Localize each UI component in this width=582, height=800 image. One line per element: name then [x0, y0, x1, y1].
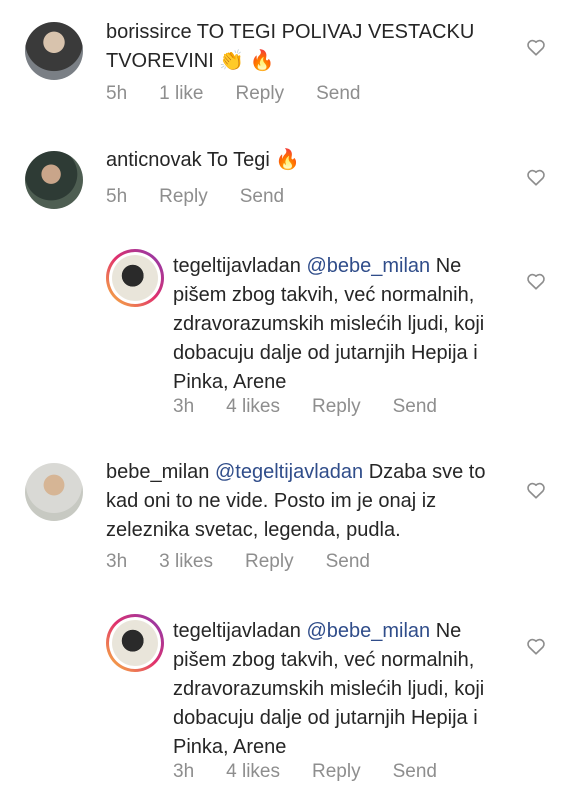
comment-meta: 5h Reply Send	[106, 186, 316, 208]
reply-button[interactable]: Reply	[159, 186, 208, 208]
send-button[interactable]: Send	[393, 761, 437, 783]
heart-outline-icon[interactable]	[526, 637, 546, 655]
reply-button[interactable]: Reply	[236, 83, 285, 105]
comment-mention[interactable]: @tegeltijavladan	[215, 461, 363, 483]
comment-username[interactable]: tegeltijavladan	[173, 620, 301, 642]
reply-comment-item: tegeltijavladan @bebe_milan Ne pišem zbo…	[0, 610, 582, 795]
comment-username[interactable]: anticnovak	[106, 149, 202, 171]
avatar-image	[112, 255, 158, 301]
avatar[interactable]	[106, 614, 164, 672]
heart-outline-icon[interactable]	[526, 272, 546, 290]
heart-outline-icon[interactable]	[526, 38, 546, 56]
avatar-image	[112, 620, 158, 666]
comment-meta: 5h 1 like Reply Send	[106, 83, 392, 105]
comment-username[interactable]: borissirce	[106, 21, 192, 43]
comment-likes[interactable]: 4 likes	[226, 396, 280, 418]
comment-likes[interactable]: 1 like	[159, 83, 203, 105]
send-button[interactable]: Send	[240, 186, 284, 208]
comment-meta: 3h 4 likes Reply Send	[173, 396, 469, 418]
comment-mention[interactable]: @bebe_milan	[306, 620, 430, 642]
comment-time: 3h	[106, 551, 128, 572]
avatar[interactable]	[25, 22, 83, 80]
heart-outline-icon[interactable]	[526, 481, 546, 499]
send-button[interactable]: Send	[393, 396, 437, 418]
comment-meta: 3h 3 likes Reply Send	[106, 551, 402, 573]
reply-comment-item: tegeltijavladan @bebe_milan Ne pišem zbo…	[0, 245, 582, 430]
comment-item: bebe_milan @tegeltijavladan Dzaba sve to…	[0, 445, 582, 595]
avatar[interactable]	[25, 463, 83, 521]
comment-meta: 3h 4 likes Reply Send	[173, 761, 469, 783]
comment-time: 5h	[106, 83, 128, 104]
comment-likes[interactable]: 3 likes	[159, 551, 213, 573]
comment-username[interactable]: tegeltijavladan	[173, 255, 301, 277]
reply-button[interactable]: Reply	[312, 396, 361, 418]
reply-button[interactable]: Reply	[245, 551, 294, 573]
comment-text: To Tegi 🔥	[206, 149, 301, 171]
heart-outline-icon[interactable]	[526, 168, 546, 186]
comment-time: 3h	[173, 396, 195, 417]
reply-button[interactable]: Reply	[312, 761, 361, 783]
comment-item: borissirce TO TEGI POLIVAJ VESTACKU TVOR…	[0, 0, 582, 120]
comment-item: anticnovak To Tegi 🔥 5h Reply Send	[0, 130, 582, 230]
avatar[interactable]	[106, 249, 164, 307]
send-button[interactable]: Send	[316, 83, 360, 105]
comment-time: 3h	[173, 761, 195, 782]
comment-username[interactable]: bebe_milan	[106, 461, 209, 483]
send-button[interactable]: Send	[326, 551, 370, 573]
comment-mention[interactable]: @bebe_milan	[306, 255, 430, 277]
comment-likes[interactable]: 4 likes	[226, 761, 280, 783]
comment-time: 5h	[106, 186, 128, 207]
avatar[interactable]	[25, 151, 83, 209]
